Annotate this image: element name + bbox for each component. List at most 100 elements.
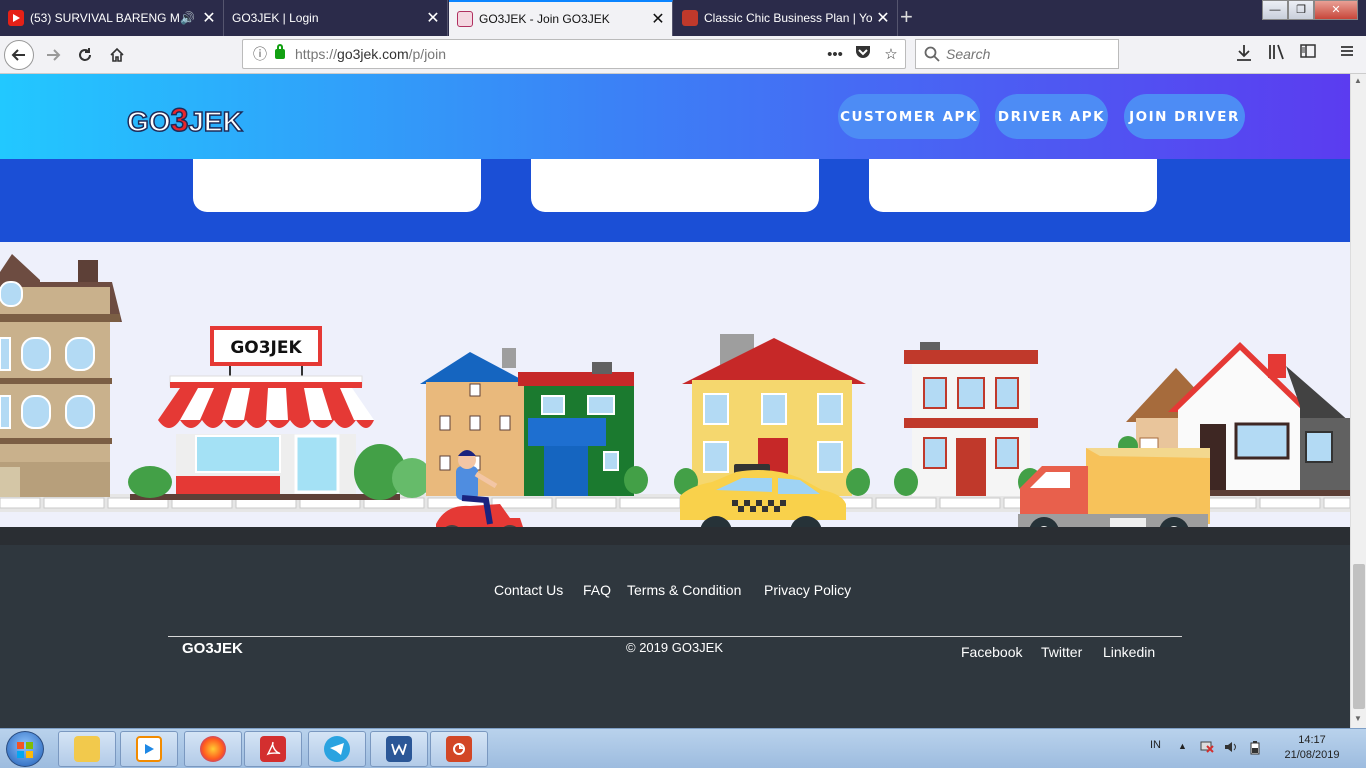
close-tab-icon[interactable]: ✕ <box>873 8 893 28</box>
page-scrollbar[interactable]: ▲ ▼ <box>1350 74 1366 728</box>
network-icon[interactable] <box>1200 741 1214 756</box>
tab-join[interactable]: GO3JEK - Join GO3JEK ✕ <box>449 0 673 36</box>
media-player-icon <box>136 736 162 762</box>
apartment-building <box>0 254 122 497</box>
city-scene-illustration: GO3JEK <box>0 254 1350 548</box>
taskbar-explorer[interactable] <box>58 731 116 767</box>
taskbar-media-player[interactable] <box>120 731 178 767</box>
linkedin-link[interactable]: Linkedin <box>1103 644 1155 660</box>
taskbar-firefox[interactable] <box>184 731 242 767</box>
info-icon[interactable]: ⓘ <box>253 44 267 64</box>
arrow-right-icon <box>47 49 61 61</box>
minimize-button[interactable]: — <box>1262 0 1288 20</box>
privacy-policy-link[interactable]: Privacy Policy <box>764 582 851 598</box>
faq-link[interactable]: FAQ <box>583 582 611 598</box>
telegram-icon <box>324 736 350 762</box>
word-icon <box>386 736 412 762</box>
search-icon <box>924 46 940 62</box>
youtube-icon <box>8 10 24 26</box>
home-icon <box>110 47 124 62</box>
address-bar[interactable]: ⓘ https://go3jek.com/p/join ••• ☆ <box>242 39 906 69</box>
volume-icon[interactable] <box>1224 741 1238 756</box>
tab-business-plan[interactable]: Classic Chic Business Plan | You ✕ <box>674 0 898 36</box>
back-button[interactable] <box>4 40 34 70</box>
page-actions-icon[interactable]: ••• <box>821 46 849 63</box>
navigation-toolbar: ⓘ https://go3jek.com/p/join ••• ☆ <box>0 36 1366 74</box>
battery-icon[interactable] <box>1250 741 1260 758</box>
feature-card <box>531 159 819 212</box>
firefox-icon <box>200 736 226 762</box>
explorer-icon <box>74 736 100 762</box>
menu-icon[interactable] <box>1340 44 1354 63</box>
facebook-link[interactable]: Facebook <box>961 644 1022 660</box>
bookmark-star-icon[interactable]: ☆ <box>877 45 905 63</box>
sidebar-icon[interactable] <box>1300 44 1316 63</box>
web-page: GO3JEK CUSTOMER APK DRIVER APK JOIN DRIV… <box>0 74 1350 728</box>
lock-icon[interactable] <box>275 44 285 59</box>
road <box>0 527 1350 545</box>
twitter-link[interactable]: Twitter <box>1041 644 1082 660</box>
taskbar-powerpoint[interactable] <box>430 731 488 767</box>
townhouse <box>420 348 648 496</box>
tab-youtube[interactable]: (53) SURVIVAL BARENG MEI 🔊 ✕ <box>0 0 224 36</box>
tab-title: (53) SURVIVAL BARENG MEI <box>30 11 181 25</box>
reload-icon <box>79 48 91 61</box>
forward-button[interactable] <box>38 40 68 70</box>
clock-time: 14:17 <box>1298 734 1326 746</box>
feature-card <box>869 159 1157 212</box>
close-window-button[interactable]: ✕ <box>1314 0 1358 20</box>
speaker-icon[interactable]: 🔊 <box>180 11 195 25</box>
footer-divider <box>168 636 1182 637</box>
taskbar-acrobat[interactable] <box>244 731 302 767</box>
taskbar-word[interactable] <box>370 731 428 767</box>
close-tab-icon[interactable]: ✕ <box>648 9 668 29</box>
close-tab-icon[interactable]: ✕ <box>423 8 443 28</box>
windows-taskbar: IN ▲ 14:17 21/08/2019 <box>0 728 1366 768</box>
copyright-text: © 2019 GO3JEK <box>626 640 724 655</box>
download-icon[interactable] <box>1236 44 1252 67</box>
home-button[interactable] <box>102 40 132 70</box>
clock-date: 21/08/2019 <box>1284 749 1340 761</box>
join-driver-button[interactable]: JOIN DRIVER <box>1124 94 1245 139</box>
go3jek-shop: GO3JEK <box>128 326 432 500</box>
new-tab-button[interactable]: + <box>900 4 913 30</box>
show-hidden-icons[interactable]: ▲ <box>1178 741 1187 751</box>
contact-us-link[interactable]: Contact Us <box>494 582 563 598</box>
tab-login[interactable]: GO3JEK | Login ✕ <box>224 0 448 36</box>
site-header: GO3JEK CUSTOMER APK DRIVER APK JOIN DRIV… <box>0 74 1350 159</box>
library-icon[interactable] <box>1268 44 1286 65</box>
tab-title: GO3JEK | Login <box>232 11 319 25</box>
footer-brand: GO3JEK <box>182 640 243 657</box>
language-indicator[interactable]: IN <box>1150 739 1161 751</box>
feature-card <box>193 159 481 212</box>
terms-link[interactable]: Terms & Condition <box>627 582 741 598</box>
tab-strip: (53) SURVIVAL BARENG MEI 🔊 ✕ GO3JEK | Lo… <box>0 0 1366 36</box>
slides-icon <box>682 10 698 26</box>
system-clock[interactable]: 14:17 21/08/2019 <box>1282 733 1342 763</box>
scroll-down-icon[interactable]: ▼ <box>1354 714 1362 723</box>
shop-sign-text: GO3JEK <box>230 338 302 358</box>
start-button[interactable] <box>6 731 44 767</box>
arrow-left-icon <box>11 49 25 61</box>
customer-apk-button[interactable]: CUSTOMER APK <box>838 94 980 139</box>
driver-apk-button[interactable]: DRIVER APK <box>995 94 1108 139</box>
search-box[interactable] <box>915 39 1119 69</box>
go3jek-icon <box>457 11 473 27</box>
windows-logo-icon <box>17 742 33 758</box>
white-house <box>894 342 1042 496</box>
close-tab-icon[interactable]: ✕ <box>199 8 219 28</box>
tab-title: Classic Chic Business Plan | You <box>704 11 873 25</box>
go3jek-logo[interactable]: GO3JEK <box>126 101 243 139</box>
powerpoint-icon <box>446 736 472 762</box>
scrollbar-thumb[interactable] <box>1353 564 1365 709</box>
tab-title: GO3JEK - Join GO3JEK <box>479 12 610 26</box>
acrobat-icon <box>260 736 286 762</box>
city-illustration: GO3JEK <box>0 242 1350 548</box>
pocket-icon[interactable] <box>849 45 877 63</box>
scroll-up-icon[interactable]: ▲ <box>1354 76 1362 85</box>
maximize-button[interactable]: ❐ <box>1288 0 1314 20</box>
reload-button[interactable] <box>70 40 100 70</box>
search-input[interactable] <box>946 46 1106 62</box>
url-text[interactable]: https://go3jek.com/p/join <box>295 46 821 62</box>
taskbar-telegram[interactable] <box>308 731 366 767</box>
